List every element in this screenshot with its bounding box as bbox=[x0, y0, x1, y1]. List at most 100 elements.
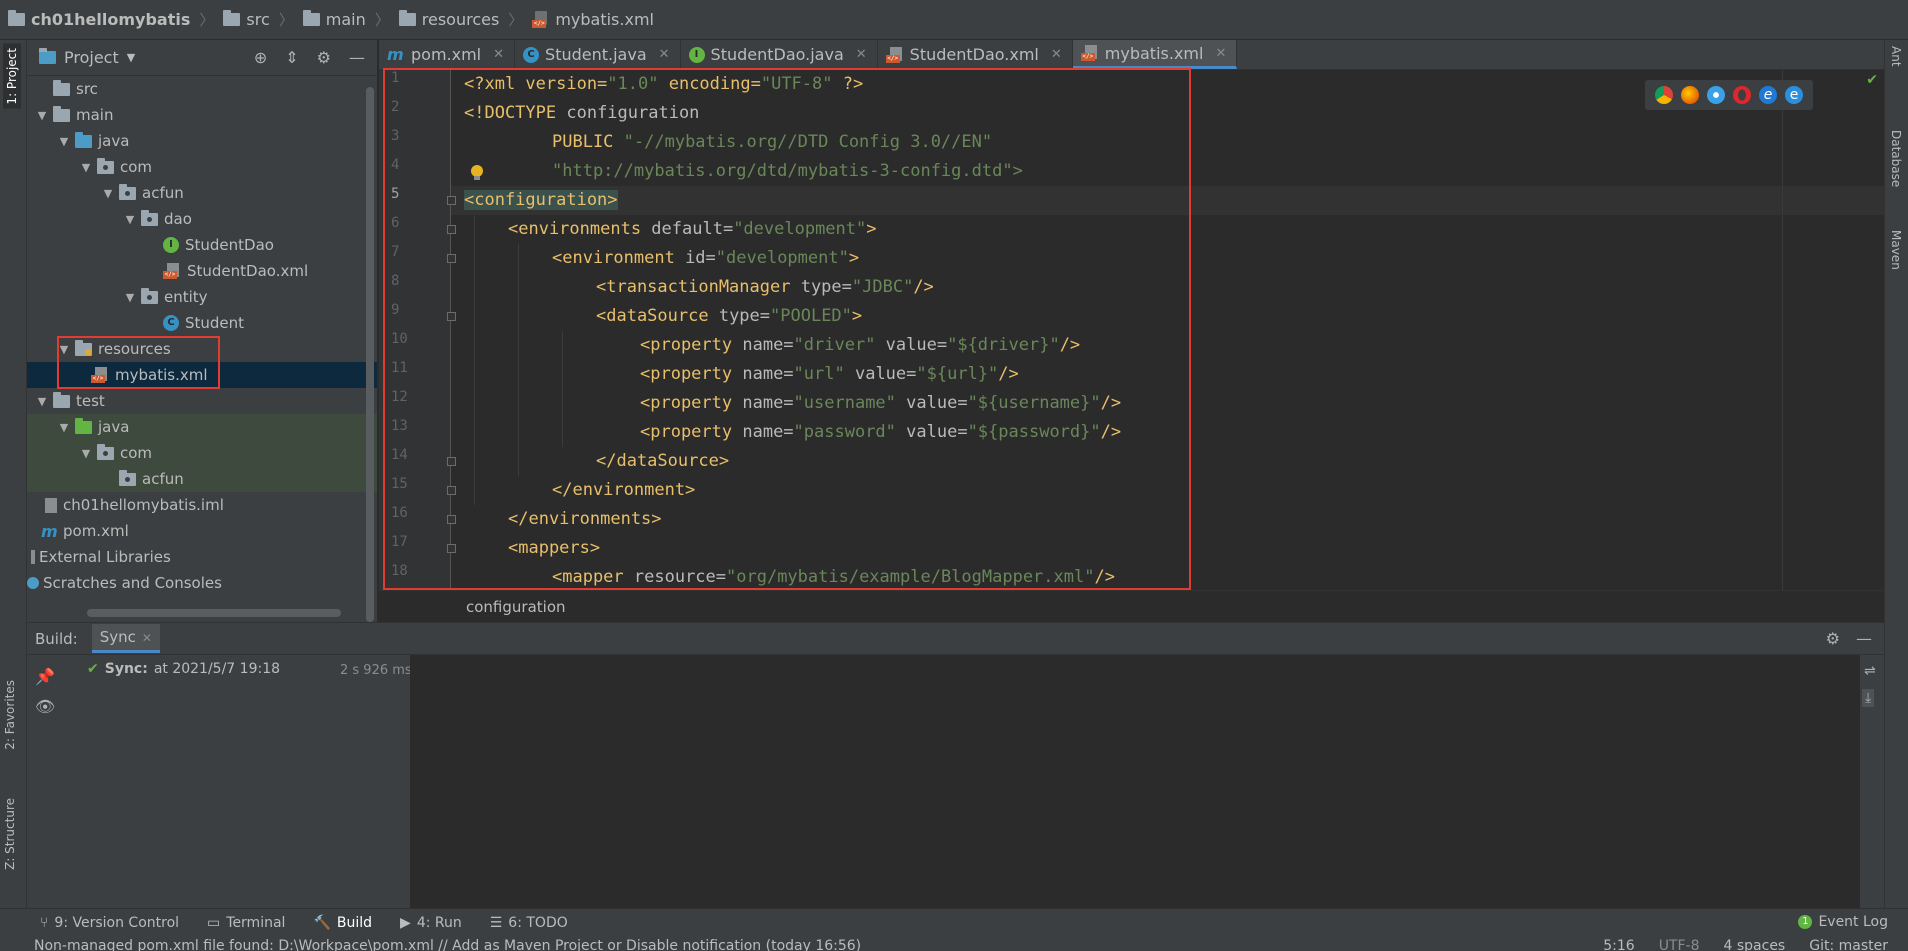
gear-icon[interactable]: ⚙ bbox=[1826, 629, 1840, 648]
code-line-5: <configuration> bbox=[464, 186, 618, 215]
tree-item-scratches[interactable]: Scratches and Consoles bbox=[27, 570, 377, 596]
bottom-tool-bar: ⑂ 9: Version Control ▭ Terminal 🔨 Build ▶ 4:… bbox=[0, 908, 1908, 936]
fold-marker-icon[interactable] bbox=[447, 486, 456, 495]
code-token: <!DOCTYPE bbox=[464, 103, 557, 123]
tree-item-entity[interactable]: ▼ entity bbox=[27, 284, 377, 310]
tree-item-acfun[interactable]: ▼ acfun bbox=[27, 180, 377, 206]
breadcrumb-project[interactable]: ch01hellomybatis bbox=[8, 10, 190, 29]
opera-icon[interactable] bbox=[1733, 86, 1751, 104]
tool-tab-project[interactable]: 1: Project bbox=[3, 44, 21, 109]
breadcrumb-file[interactable]: mybatis.xml bbox=[532, 10, 654, 29]
close-icon[interactable]: ✕ bbox=[1215, 46, 1226, 61]
fold-marker-icon[interactable] bbox=[447, 312, 456, 321]
tool-tab-build[interactable]: 🔨 Build bbox=[313, 915, 372, 931]
tool-tab-favorites[interactable]: 2: Favorites bbox=[3, 680, 17, 750]
tab-student-java[interactable]: C Student.java ✕ bbox=[515, 40, 681, 69]
expand-arrow-icon: ▼ bbox=[37, 394, 47, 408]
tree-item-label: dao bbox=[164, 210, 192, 228]
tool-tab-database[interactable]: Database bbox=[1889, 130, 1903, 187]
soft-wrap-icon[interactable]: ⇌ bbox=[1864, 663, 1876, 679]
fold-marker-icon[interactable] bbox=[447, 544, 456, 553]
tree-item-pom[interactable]: m pom.xml bbox=[27, 518, 377, 544]
tab-studentdao-xml[interactable]: StudentDao.xml ✕ bbox=[878, 40, 1073, 69]
firefox-icon[interactable] bbox=[1681, 86, 1699, 104]
inspection-ok-icon[interactable]: ✔ bbox=[1866, 72, 1878, 88]
git-branch[interactable]: Git: master bbox=[1809, 936, 1888, 951]
breadcrumb-src[interactable]: src bbox=[223, 10, 270, 29]
breadcrumb-main[interactable]: main bbox=[302, 10, 366, 29]
tree-item-external-libraries[interactable]: External Libraries bbox=[27, 544, 377, 570]
tool-tab-structure[interactable]: Z: Structure bbox=[3, 798, 17, 870]
tab-mybatis-xml[interactable]: mybatis.xml ✕ bbox=[1072, 40, 1238, 69]
tree-item-iml[interactable]: ch01hellomybatis.iml bbox=[27, 492, 377, 518]
tree-item-com[interactable]: ▼ com bbox=[27, 154, 377, 180]
project-view-selector[interactable]: Project ▼ bbox=[39, 48, 135, 67]
tree-item-test-com[interactable]: ▼ com bbox=[27, 440, 377, 466]
scroll-to-end-icon[interactable]: ⤓ bbox=[1862, 689, 1875, 707]
close-icon[interactable]: ✕ bbox=[142, 631, 152, 645]
chrome-icon[interactable] bbox=[1655, 86, 1673, 104]
build-toolbar: ⚙ — bbox=[1826, 629, 1872, 648]
tree-item-resources[interactable]: ▼ resources bbox=[27, 336, 377, 362]
tool-tab-ant[interactable]: Ant bbox=[1889, 46, 1903, 67]
tree-item-test-acfun[interactable]: acfun bbox=[27, 466, 377, 492]
tab-label: Terminal bbox=[226, 914, 286, 931]
pin-icon[interactable]: 📌 bbox=[35, 667, 55, 686]
vertical-scrollbar[interactable] bbox=[366, 87, 374, 622]
close-icon[interactable]: ✕ bbox=[1051, 47, 1062, 62]
fold-marker-icon[interactable] bbox=[447, 254, 456, 263]
tree-item-dao[interactable]: ▼ dao bbox=[27, 206, 377, 232]
fold-marker-icon[interactable] bbox=[447, 196, 456, 205]
close-icon[interactable]: ✕ bbox=[856, 47, 867, 62]
tab-label: pom.xml bbox=[411, 45, 482, 64]
tool-tab-todo[interactable]: ☰ 6: TODO bbox=[490, 915, 568, 931]
minimize-icon[interactable]: — bbox=[349, 48, 365, 67]
internet-explorer-icon[interactable]: e bbox=[1759, 86, 1777, 104]
fold-marker-icon[interactable] bbox=[447, 457, 456, 466]
tool-tab-event-log[interactable]: 1 Event Log bbox=[1798, 914, 1888, 930]
expand-arrow-icon: ▼ bbox=[59, 342, 69, 356]
eye-icon[interactable]: 👁 bbox=[35, 697, 55, 716]
tree-item-student[interactable]: C Student bbox=[27, 310, 377, 336]
gear-icon[interactable]: ⚙ bbox=[317, 48, 331, 67]
editor-breadcrumb[interactable]: configuration bbox=[379, 590, 1884, 622]
tree-item-java[interactable]: ▼ java bbox=[27, 128, 377, 154]
code-token: <configuration> bbox=[464, 190, 618, 210]
tree-item-test-java[interactable]: ▼ java bbox=[27, 414, 377, 440]
collapse-all-icon[interactable]: ⇕ bbox=[285, 48, 298, 67]
locate-icon[interactable]: ⊕ bbox=[254, 48, 267, 67]
tool-tab-version-control[interactable]: ⑂ 9: Version Control bbox=[40, 915, 179, 931]
sync-result-row[interactable]: ✔ Sync: at 2021/5/7 19:18 bbox=[87, 661, 280, 677]
code-token: "development" bbox=[715, 248, 849, 268]
code-line-7: <environment id="development"> bbox=[464, 244, 859, 273]
edge-icon[interactable]: e bbox=[1785, 86, 1803, 104]
tool-tab-maven[interactable]: Maven bbox=[1889, 230, 1903, 270]
line-number: 3 bbox=[391, 128, 400, 144]
horizontal-scrollbar[interactable] bbox=[87, 609, 341, 617]
status-message[interactable]: Non-managed pom.xml file found: D:\Workp… bbox=[34, 938, 861, 951]
code-editor[interactable]: 1 2 3 4 5 6 7 8 9 10 11 12 13 14 15 16 1… bbox=[379, 70, 1884, 590]
minimize-icon[interactable]: — bbox=[1856, 629, 1872, 648]
safari-icon[interactable] bbox=[1707, 86, 1725, 104]
caret-position[interactable]: 5:16 bbox=[1603, 936, 1634, 951]
build-console[interactable] bbox=[410, 655, 1863, 909]
tree-item-mybatis-xml[interactable]: mybatis.xml bbox=[27, 362, 377, 388]
tool-tab-run[interactable]: ▶ 4: Run bbox=[400, 915, 462, 931]
tree-item-main[interactable]: ▼ main bbox=[27, 102, 377, 128]
tree-item-studentdao[interactable]: I StudentDao bbox=[27, 232, 377, 258]
tree-item-src[interactable]: src bbox=[27, 76, 377, 102]
close-icon[interactable]: ✕ bbox=[493, 47, 504, 62]
line-number: 12 bbox=[391, 389, 408, 405]
fold-marker-icon[interactable] bbox=[447, 225, 456, 234]
tab-studentdao-java[interactable]: I StudentDao.java ✕ bbox=[681, 40, 878, 69]
tree-item-studentdao-xml[interactable]: StudentDao.xml bbox=[27, 258, 377, 284]
tool-tab-terminal[interactable]: ▭ Terminal bbox=[207, 915, 285, 931]
tab-pom-xml[interactable]: m pom.xml ✕ bbox=[379, 40, 516, 69]
tab-sync[interactable]: Sync ✕ bbox=[91, 624, 160, 653]
indent-setting[interactable]: 4 spaces bbox=[1724, 936, 1786, 951]
breadcrumb-resources[interactable]: resources bbox=[398, 10, 499, 29]
close-icon[interactable]: ✕ bbox=[659, 47, 670, 62]
file-encoding[interactable]: UTF-8 bbox=[1659, 936, 1700, 951]
fold-marker-icon[interactable] bbox=[447, 515, 456, 524]
tree-item-test[interactable]: ▼ test bbox=[27, 388, 377, 414]
